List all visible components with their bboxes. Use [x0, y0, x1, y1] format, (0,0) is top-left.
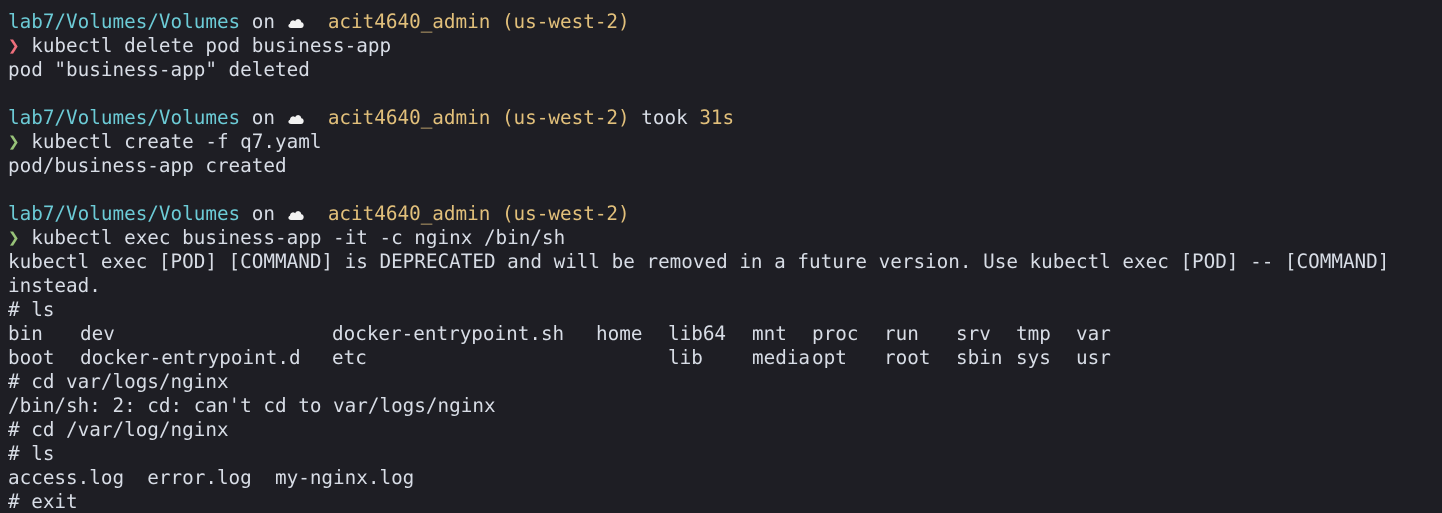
prompt-on: on [251, 202, 275, 225]
ls-entry: root [884, 346, 931, 369]
ls-entry: lib64 [668, 322, 727, 345]
shell-error-line: /bin/sh: 2: cd: can't cd to var/logs/ngi… [8, 394, 496, 417]
ls-entry: dev [80, 322, 115, 345]
prompt-aws-profile: acit4640_admin (us-west-2) [327, 106, 630, 129]
output-line: kubectl exec [POD] [COMMAND] is DEPRECAT… [8, 250, 1390, 273]
ls-entry: mnt [752, 322, 787, 345]
output-line: pod "business-app" deleted [8, 58, 310, 81]
terminal-window[interactable]: lab7/Volumes/Volumes on acit4640_admin (… [0, 0, 1442, 513]
cloud-icon [288, 19, 304, 28]
shell-command-line: # ls [8, 442, 55, 465]
prompt-line: lab7/Volumes/Volumes on acit4640_admin (… [8, 106, 1442, 130]
prompt-took-label: took [641, 106, 688, 129]
output-line: pod/business-app created [8, 154, 287, 177]
prompt-arrow-ok: ❯ [8, 226, 20, 249]
command-text: kubectl create -f q7.yaml [31, 130, 322, 153]
prompt-path: lab7/Volumes/Volumes [8, 202, 241, 225]
prompt-arrow-ok: ❯ [8, 130, 20, 153]
prompt-aws-profile: acit4640_admin (us-west-2) [327, 10, 630, 33]
ls-entry: tmp [1016, 322, 1051, 345]
ls-entry: etc [332, 346, 367, 369]
output-line: instead. [8, 274, 101, 297]
ls-entry: docker-entrypoint.d [80, 346, 301, 369]
prompt-line: lab7/Volumes/Volumes on acit4640_admin (… [8, 10, 1442, 34]
shell-command-line: # cd var/logs/nginx [8, 370, 229, 393]
ls-output-row: boot docker-entrypoint.d etc lib media o… [8, 346, 1442, 370]
cloud-icon [288, 211, 304, 220]
ls-entry: media [752, 346, 811, 369]
prompt-path: lab7/Volumes/Volumes [8, 106, 241, 129]
prompt-arrow-error: ❯ [8, 34, 20, 57]
command-line: ❯ kubectl create -f q7.yaml [8, 130, 1442, 154]
ls-entry: var [1076, 322, 1111, 345]
prompt-path: lab7/Volumes/Volumes [8, 10, 241, 33]
ls-entry: sbin [956, 346, 1003, 369]
ls-entry: usr [1076, 346, 1111, 369]
ls-entry: run [884, 322, 919, 345]
ls-output-row: bin dev docker-entrypoint.sh home lib64 … [8, 322, 1442, 346]
prompt-line: lab7/Volumes/Volumes on acit4640_admin (… [8, 202, 1442, 226]
cloud-icon [288, 115, 304, 124]
ls-entry: opt [812, 346, 847, 369]
prompt-on: on [251, 106, 275, 129]
shell-command-line: # ls [8, 298, 55, 321]
command-text: kubectl exec business-app -it -c nginx /… [31, 226, 566, 249]
shell-command-line: # cd /var/log/nginx [8, 418, 229, 441]
ls-entry: sys [1016, 346, 1051, 369]
ls-entry: bin [8, 322, 43, 345]
prompt-aws-profile: acit4640_admin (us-west-2) [327, 202, 630, 225]
ls-entry: lib [668, 346, 703, 369]
ls-entry: home [596, 322, 643, 345]
prompt-took-value: 31s [699, 106, 735, 129]
ls-entry: docker-entrypoint.sh [332, 322, 565, 345]
ls-entry: proc [812, 322, 859, 345]
prompt-on: on [251, 10, 275, 33]
ls-output-row: access.log error.log my-nginx.log [8, 466, 415, 489]
command-line: ❯ kubectl delete pod business-app [8, 34, 1442, 58]
command-line: ❯ kubectl exec business-app -it -c nginx… [8, 226, 1442, 250]
shell-command-line: # exit [8, 490, 78, 513]
ls-entry: srv [956, 322, 991, 345]
ls-entry: boot [8, 346, 55, 369]
ls-entry [596, 346, 668, 370]
command-text: kubectl delete pod business-app [31, 34, 392, 57]
